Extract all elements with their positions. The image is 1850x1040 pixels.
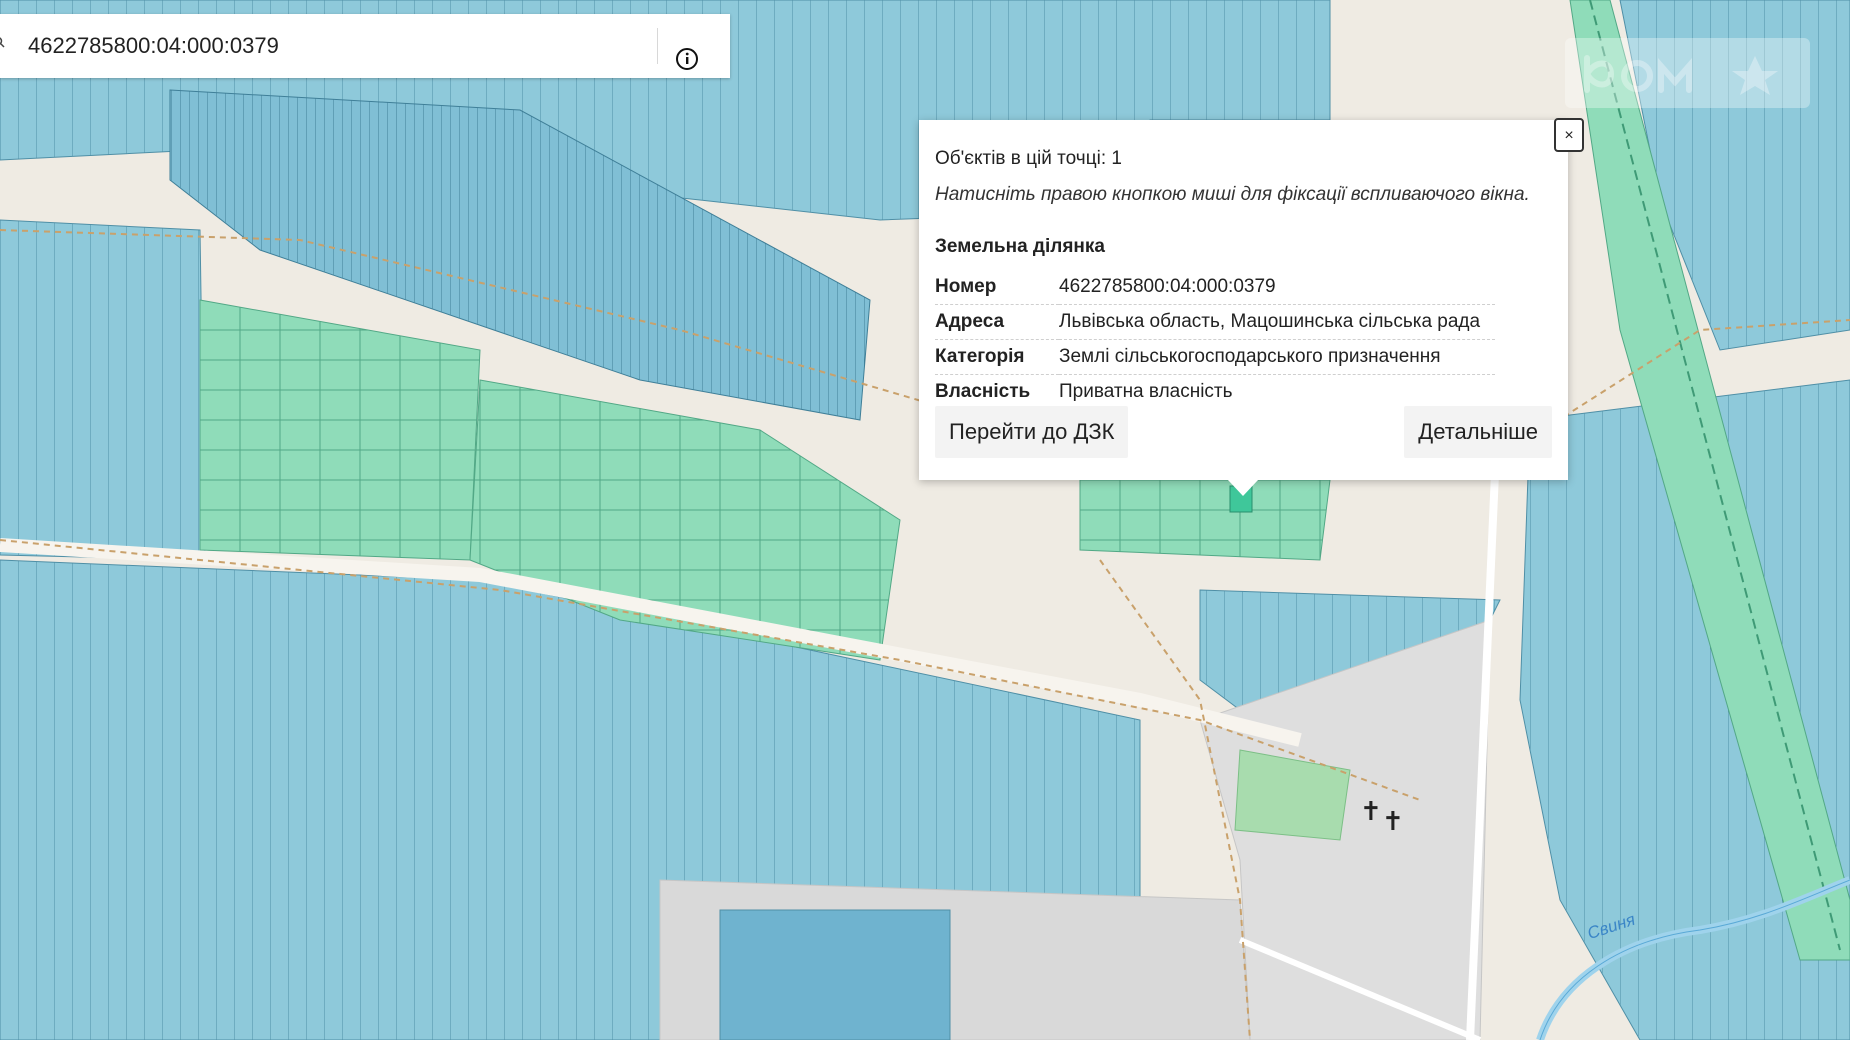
attr-key: Власність [935, 381, 1031, 402]
info-icon[interactable] [674, 46, 700, 72]
popup-actions: Перейти до ДЗК Детальніше [935, 406, 1552, 458]
svg-text:✝: ✝ [1360, 797, 1382, 827]
parcel-popup: × Об'єктів в цій точці: 1 Натисніть прав… [919, 118, 1584, 480]
goto-dzk-button[interactable]: Перейти до ДЗК [935, 406, 1129, 458]
attr-value: 4622785800:04:000:0379 [1059, 270, 1495, 305]
search-icon [0, 37, 5, 48]
search-divider [657, 28, 658, 64]
search-input[interactable] [28, 26, 648, 66]
attr-key: Адреса [935, 304, 1059, 340]
attr-key: Категорія [935, 339, 1059, 375]
table-row: Адреса Львівська область, Мацошинська сі… [935, 304, 1495, 340]
attr-value: Землі сільськогосподарського призначення [1059, 339, 1495, 375]
parcel-field [1079, 469, 1331, 561]
close-button[interactable]: × [1554, 118, 1584, 152]
section-title: Земельна ділянка [935, 236, 1105, 257]
attr-key: Номер [935, 270, 1059, 305]
attribute-table: Номер 4622785800:04:000:0379 Адреса Льві… [935, 270, 1495, 409]
attr-value: Львівська область, Мацошинська сільська … [1059, 304, 1495, 340]
popup-tip [1228, 480, 1258, 496]
attr-value: Приватна власність [1059, 381, 1233, 402]
building [719, 909, 951, 1040]
details-button[interactable]: Детальніше [1404, 406, 1552, 458]
table-row: Категорія Землі сільськогосподарського п… [935, 339, 1495, 375]
table-row: Власність Приватна власність [935, 375, 1495, 410]
table-row: Номер 4622785800:04:000:0379 [935, 270, 1495, 305]
parcel-field [0, 219, 206, 561]
popup-hint: Натисніть правою кнопкою миші для фіксац… [935, 184, 1530, 205]
search-bar [0, 14, 730, 78]
objects-count: Об'єктів в цій точці: 1 [935, 148, 1122, 169]
svg-text:✝: ✝ [1382, 807, 1404, 837]
